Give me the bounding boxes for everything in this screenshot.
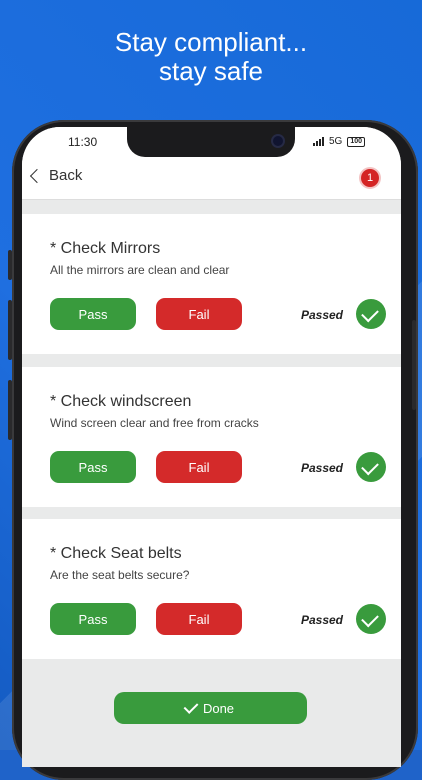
nav-bar: Back 1	[22, 157, 401, 200]
status-time: 11:30	[68, 135, 98, 149]
fail-button[interactable]: Fail	[156, 603, 242, 635]
phone-side-button	[8, 380, 12, 440]
headline-line-2: stay safe	[158, 56, 264, 86]
phone-side-button	[8, 250, 12, 280]
chevron-left-icon	[29, 168, 45, 183]
camera-icon	[273, 136, 283, 146]
check-card-mirrors: * Check Mirrors All the mirrors are clea…	[22, 214, 401, 354]
check-description: Are the seat belts secure?	[50, 568, 190, 582]
fail-button[interactable]: Fail	[156, 298, 242, 330]
back-label: Back	[49, 167, 83, 184]
check-status: Passed	[300, 461, 343, 475]
headline-line-1: Stay compliant...	[114, 27, 308, 57]
check-card-windscreen: * Check windscreen Wind screen clear and…	[22, 367, 401, 507]
notch	[127, 127, 295, 157]
check-icon	[183, 699, 199, 714]
battery-icon: 100	[347, 136, 365, 147]
check-title: * Check Mirrors	[50, 240, 161, 257]
done-label: Done	[202, 700, 235, 716]
done-button[interactable]: Done	[114, 692, 307, 724]
pass-button[interactable]: Pass	[50, 603, 136, 635]
check-description: Wind screen clear and free from cracks	[50, 416, 259, 430]
status-indicators: 5G 100	[312, 136, 365, 147]
check-description: All the mirrors are clean and clear	[50, 263, 230, 277]
check-card-seat-belts: * Check Seat belts Are the seat belts se…	[22, 519, 401, 659]
phone-screen: 11:30 5G 100 Back 1 * Check Mirrors All …	[22, 127, 401, 767]
check-title: * Check windscreen	[50, 393, 192, 410]
check-circle-icon	[356, 604, 386, 634]
check-status: Passed	[300, 613, 343, 627]
pass-button[interactable]: Pass	[50, 298, 136, 330]
phone-power-button	[412, 320, 416, 410]
network-label: 5G	[328, 136, 343, 147]
notification-badge[interactable]: 1	[361, 169, 379, 187]
back-button[interactable]: Back	[29, 167, 83, 184]
signal-icon	[312, 137, 324, 146]
headline: Stay compliant... stay safe	[0, 28, 422, 86]
check-circle-icon	[356, 452, 386, 482]
fail-button[interactable]: Fail	[156, 451, 242, 483]
status-bar: 11:30 5G 100	[22, 127, 401, 157]
pass-button[interactable]: Pass	[50, 451, 136, 483]
phone-side-button	[8, 300, 12, 360]
check-title: * Check Seat belts	[50, 545, 182, 562]
check-status: Passed	[300, 308, 343, 322]
check-circle-icon	[356, 299, 386, 329]
